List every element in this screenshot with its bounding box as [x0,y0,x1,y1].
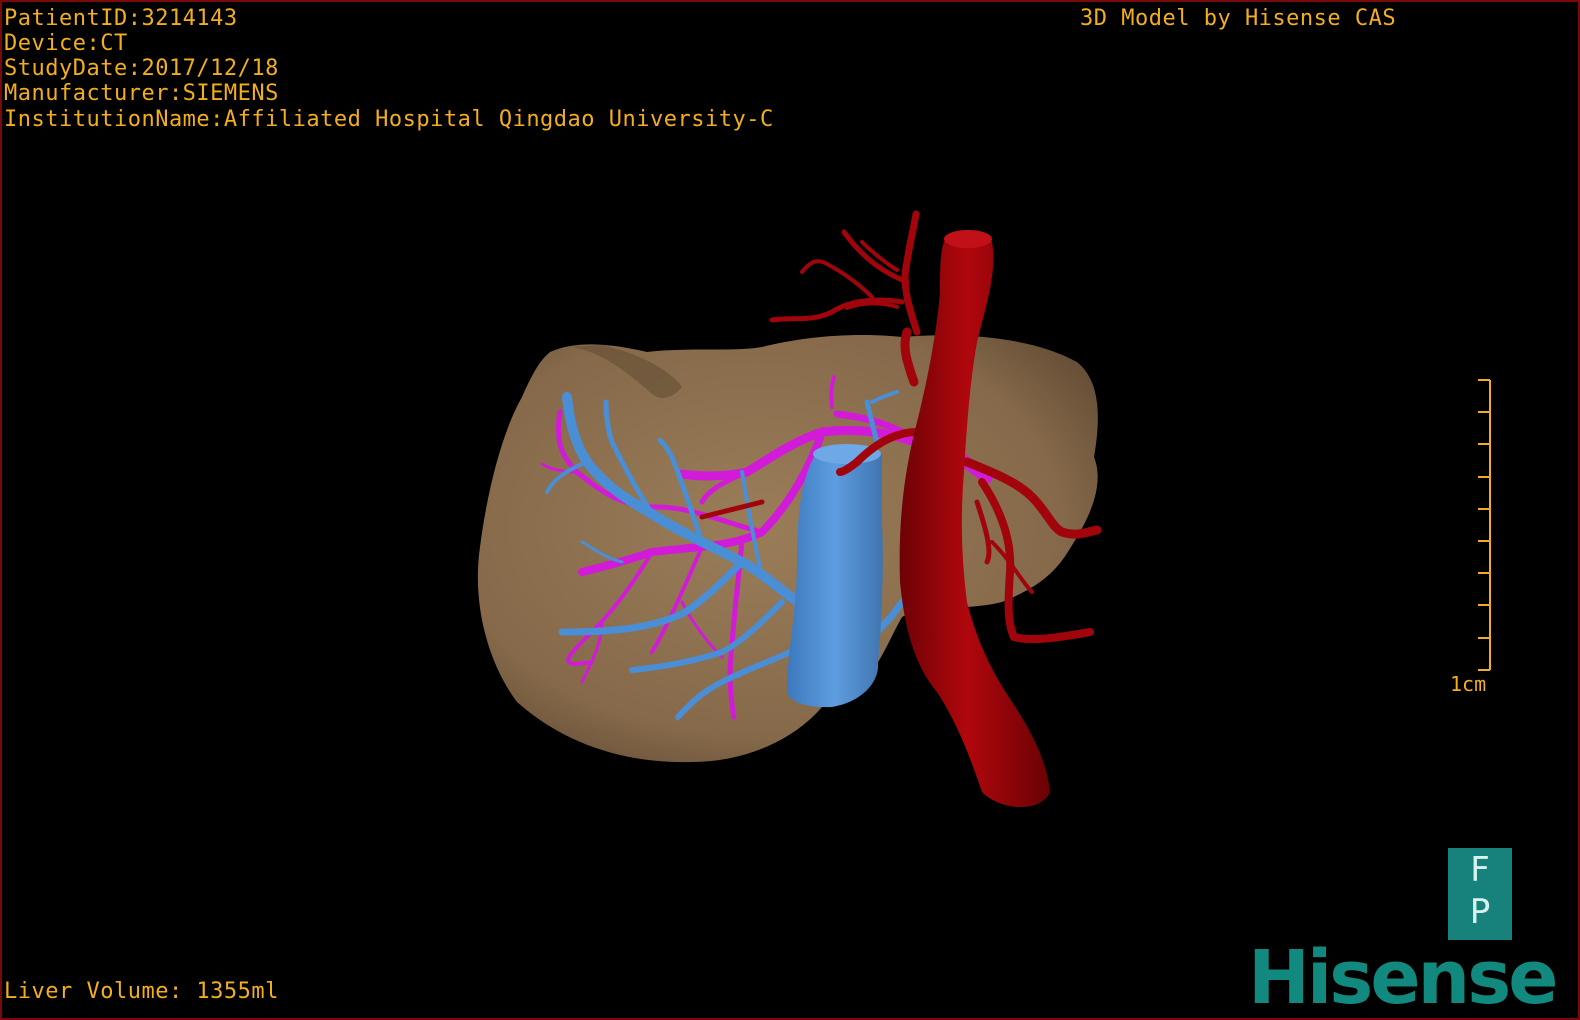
liver-volume-text: Liver Volume: 1355ml [4,979,279,1004]
scale-bar-label: 1cm [1450,672,1487,696]
institution-text: InstitutionName:Affiliated Hospital Qing… [4,107,774,132]
orientation-cube[interactable]: F P [1448,848,1512,940]
orientation-bottom-letter: P [1469,892,1491,932]
manufacturer-text: Manufacturer:SIEMENS [4,81,279,106]
orientation-top-letter: F [1470,850,1490,890]
study-date-text: StudyDate:2017/12/18 [4,56,279,81]
aorta-top [944,230,992,248]
hisense-logo: Hisense [1248,935,1558,1020]
device-text: Device:CT [4,31,128,56]
patient-id-text: PatientID:3214143 [4,6,238,31]
3d-liver-model[interactable] [2,2,1580,1020]
3d-viewport[interactable]: PatientID:3214143 Device:CT StudyDate:20… [0,0,1580,1020]
scale-bar [1478,379,1491,671]
model-credit-text: 3D Model by Hisense CAS [1080,6,1397,31]
